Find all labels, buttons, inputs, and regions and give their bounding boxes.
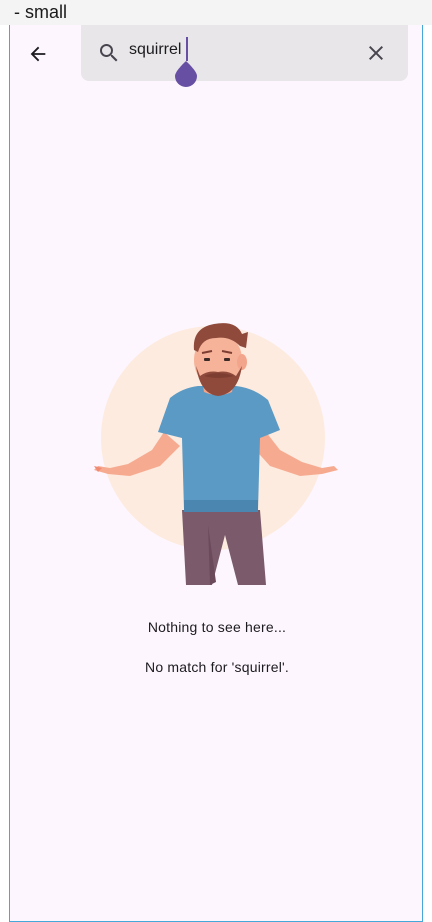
back-button[interactable]	[20, 36, 56, 72]
search-bar	[81, 25, 408, 87]
close-icon	[369, 46, 383, 60]
search-icon	[100, 44, 118, 62]
empty-state-title: Nothing to see here...	[147, 619, 287, 635]
app-frame: Nothing to see here... No match for 'squ…	[9, 25, 423, 922]
text-cursor	[186, 37, 188, 61]
shrugging-man-illustration	[94, 323, 338, 585]
clear-search-button[interactable]	[364, 41, 388, 65]
empty-state-message: No match for 'squirrel'.	[145, 659, 289, 675]
text-selection-handle-icon[interactable]	[175, 61, 197, 87]
window-caption: - small	[0, 0, 432, 25]
search-input[interactable]	[129, 37, 349, 63]
arrow-back-icon	[30, 46, 46, 62]
